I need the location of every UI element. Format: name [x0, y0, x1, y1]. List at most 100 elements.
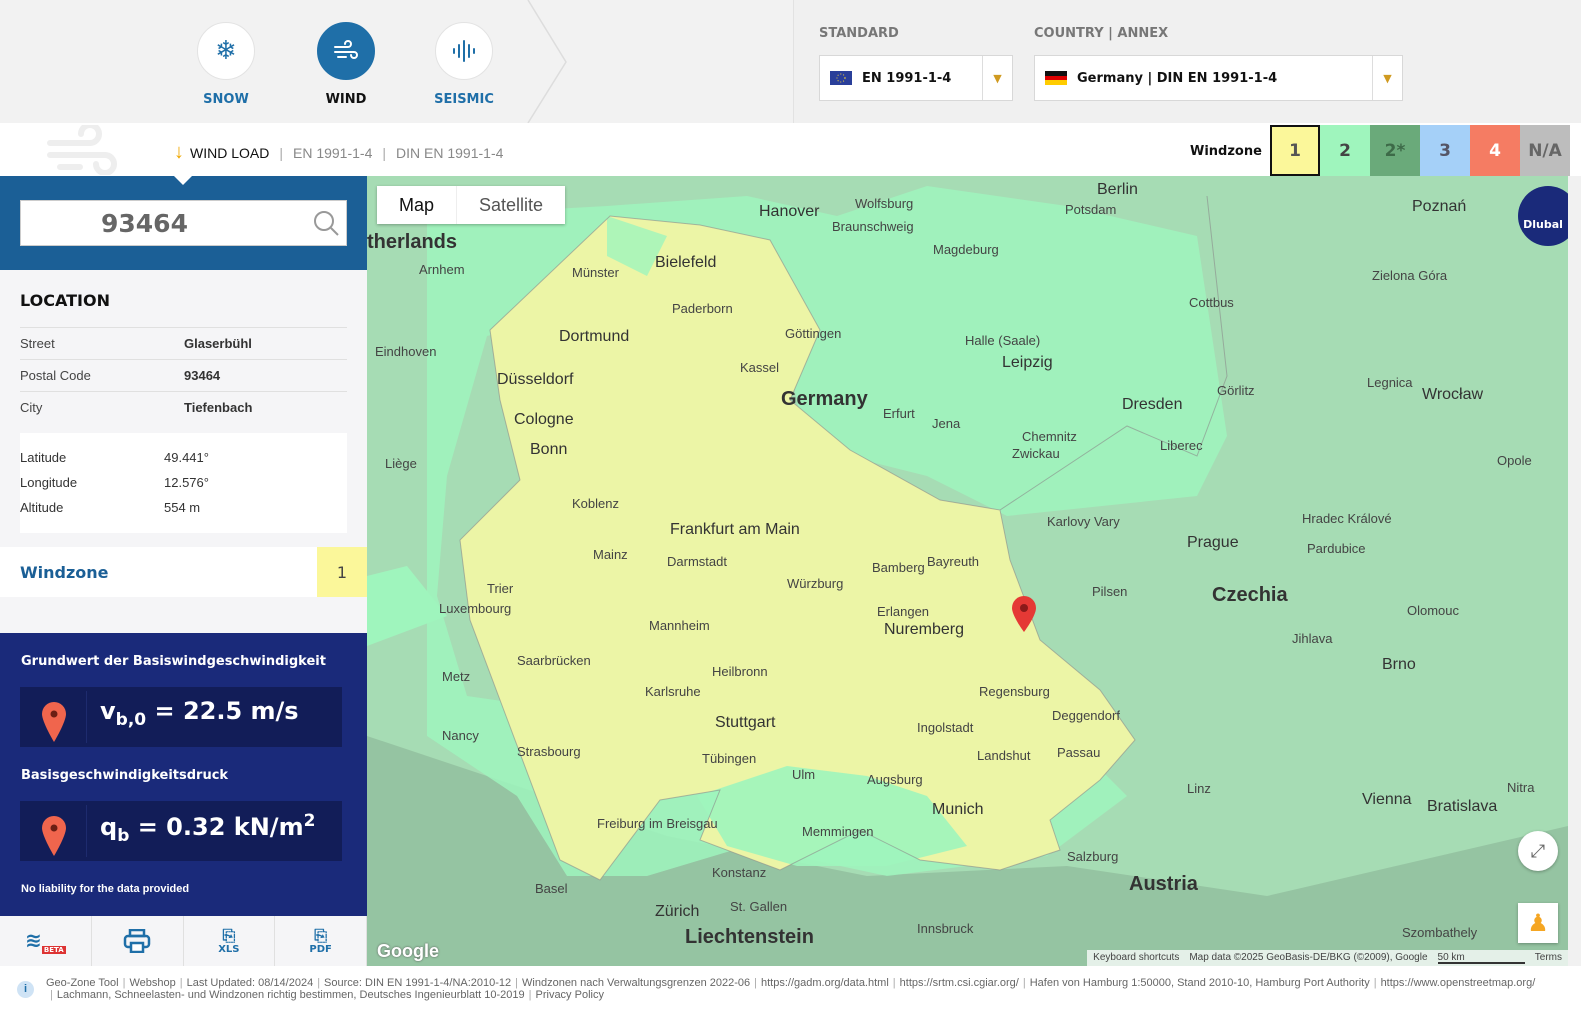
map-label: Darmstadt — [667, 554, 727, 569]
windzone-legend-5[interactable]: 4 — [1470, 125, 1520, 176]
street-view-pegman-icon[interactable]: ♟ — [1518, 903, 1558, 943]
keyboard-shortcuts-link[interactable]: Keyboard shortcuts — [1093, 952, 1179, 964]
map-label: Cottbus — [1189, 295, 1234, 310]
windzone-legend-4[interactable]: 3 — [1420, 125, 1470, 176]
map-label: Paderborn — [672, 301, 733, 316]
breadcrumb-item[interactable]: EN 1991-1-4 — [293, 145, 372, 161]
pdf-export-button[interactable]: ⎘ PDF — [275, 916, 367, 966]
map-label: Erfurt — [883, 406, 915, 421]
windzone-legend-2[interactable]: 2 — [1320, 125, 1370, 176]
wind-beta-button[interactable]: ≋ BETA — [0, 916, 92, 966]
map-pin-icon — [42, 816, 66, 856]
map-label: Liberec — [1160, 438, 1203, 453]
map-label: Magdeburg — [933, 242, 999, 257]
footer-link[interactable]: Geo-Zone Tool — [46, 977, 119, 989]
location-row: City Tiefenbach — [20, 391, 347, 423]
map-label: Würzburg — [787, 576, 844, 591]
load-seismic-button[interactable]: SEISMIC — [424, 22, 504, 107]
footer-link[interactable]: Hafen von Hamburg 1:50000, Stand 2010-10… — [1030, 977, 1370, 989]
xls-export-button[interactable]: ⎘ XLS — [184, 916, 276, 966]
basic-wind-velocity-heading: Grundwert der Basiswindgeschwindigkeit — [21, 654, 326, 669]
standard-label: STANDARD — [819, 26, 899, 41]
map-type-control: Map Satellite — [377, 186, 566, 224]
separator: | — [50, 989, 53, 1001]
breadcrumb-title: WIND LOAD — [190, 144, 270, 161]
map-label: Bamberg — [872, 560, 925, 575]
footer-link[interactable]: https://www.openstreetmap.org/ — [1381, 977, 1536, 989]
map-label: Luxembourg — [439, 601, 512, 616]
coord-value: 554 m — [164, 500, 201, 515]
map-attribution: Keyboard shortcuts Map data ©2025 GeoBas… — [1087, 950, 1568, 966]
map-tab[interactable]: Map — [377, 186, 456, 224]
footer-link[interactable]: Lachmann, Schneelasten- und Windzonen ri… — [57, 989, 525, 1001]
map-label: Wrocław — [1422, 386, 1484, 403]
map-label: Austria — [1129, 873, 1198, 895]
separator: | — [892, 977, 896, 989]
map-label: Opole — [1497, 453, 1532, 468]
map-label: therlands — [367, 231, 458, 253]
chevron-down-icon[interactable]: ▼ — [982, 56, 1012, 100]
coord-row: Altitude 554 m — [20, 500, 200, 515]
map-label: Leipzig — [1002, 354, 1053, 371]
velocity-pressure-value: qb = 0.32 kN/m2 — [100, 811, 315, 846]
breadcrumb-item[interactable]: DIN EN 1991-1-4 — [396, 145, 503, 161]
footer-link[interactable]: https://srtm.csi.cgiar.org/ — [900, 977, 1019, 989]
postal-code-search-input[interactable]: 93464 — [20, 200, 347, 246]
wind-icon — [317, 22, 375, 80]
windzone-legend-3[interactable]: 2* — [1370, 125, 1420, 176]
map-label: Braunschweig — [832, 219, 914, 234]
footer-link[interactable]: Privacy Policy — [536, 989, 604, 1001]
value: = 22.5 m/s — [146, 697, 299, 725]
map-label: Göttingen — [785, 326, 842, 341]
print-icon — [123, 929, 151, 953]
map-label: Liège — [385, 456, 417, 471]
map-label: Augsburg — [867, 772, 923, 787]
map-label: Nancy — [442, 728, 479, 743]
map-label: Zielona Góra — [1372, 268, 1448, 283]
map-label: Strasbourg — [517, 744, 581, 759]
search-value: 93464 — [101, 209, 188, 238]
map-label: Koblenz — [572, 496, 619, 511]
search-icon[interactable] — [312, 209, 340, 237]
load-wind-button[interactable]: WIND — [306, 22, 386, 107]
standard-select[interactable]: EN 1991-1-4 ▼ — [819, 55, 1013, 101]
beta-badge: BETA — [41, 946, 66, 954]
load-snow-button[interactable]: ❄ SNOW — [186, 22, 266, 107]
header-chevron — [527, 0, 567, 123]
footer-link[interactable]: Last Updated: 08/14/2024 — [187, 977, 314, 989]
scrollbar[interactable] — [1568, 176, 1581, 966]
map-label: Czechia — [1212, 584, 1288, 606]
map-label: Bayreuth — [927, 554, 980, 569]
map-label: Heilbronn — [712, 664, 768, 679]
pdf-label: PDF — [309, 944, 332, 956]
fullscreen-icon[interactable]: ⤢ — [1518, 831, 1558, 871]
germany-flag-icon — [1045, 71, 1067, 85]
footer-link[interactable]: Windzonen nach Verwaltungsgrenzen 2022-0… — [522, 977, 750, 989]
map[interactable]: Berlin Hanover Germany Czechia Austria Liecht… — [367, 176, 1568, 966]
wind-beta-icon: ≋ BETA — [25, 928, 66, 954]
map-label: Prague — [1187, 534, 1239, 551]
chevron-down-icon[interactable]: ▼ — [1372, 56, 1402, 100]
scale-bar[interactable]: 50 km — [1437, 952, 1525, 964]
windzone-legend-1[interactable]: 1 — [1270, 125, 1320, 176]
location-title: LOCATION — [20, 291, 110, 310]
windzone-legend-6[interactable]: N/A — [1520, 125, 1570, 176]
print-button[interactable] — [92, 916, 184, 966]
country-select[interactable]: Germany | DIN EN 1991-1-4 ▼ — [1034, 55, 1403, 101]
map-label: Stuttgart — [715, 714, 776, 731]
footer-link[interactable]: Webshop — [129, 977, 175, 989]
map-label: Pilsen — [1092, 584, 1128, 599]
map-label: Wolfsburg — [855, 196, 914, 211]
map-label: Pardubice — [1307, 541, 1366, 556]
coord-value: 12.576° — [164, 475, 209, 490]
satellite-tab[interactable]: Satellite — [456, 186, 565, 224]
windzone-result-label: Windzone — [20, 563, 109, 582]
footer-link[interactable]: https://gadm.org/data.html — [761, 977, 889, 989]
snowflake-icon: ❄ — [197, 22, 255, 80]
basic-wind-velocity-value: vb,0 = 22.5 m/s — [100, 697, 299, 730]
separator: | — [179, 977, 183, 989]
coord-key: Latitude — [20, 450, 67, 465]
map-pin-icon — [42, 702, 66, 742]
terms-link[interactable]: Terms — [1535, 952, 1562, 964]
footer-link[interactable]: Source: DIN EN 1991-1-4/NA:2010-12 — [324, 977, 511, 989]
